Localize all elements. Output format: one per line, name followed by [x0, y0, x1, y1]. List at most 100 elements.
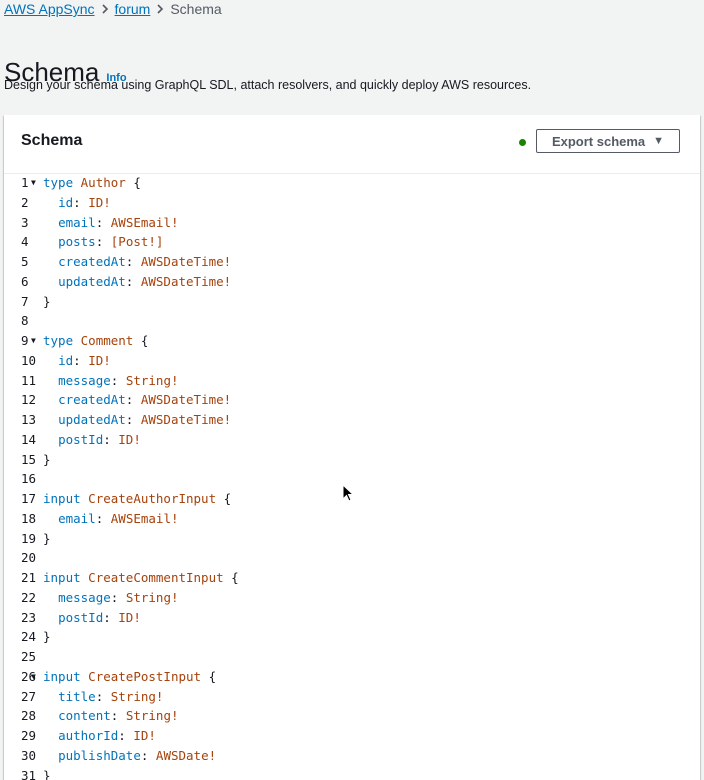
line-number: 15 — [21, 451, 37, 467]
code-token: ID! — [133, 728, 156, 743]
code-line[interactable]: 15} — [4, 450, 700, 470]
code-line[interactable]: 11 message: String! — [4, 371, 700, 391]
line-number: 14 — [21, 431, 37, 447]
code-token: } — [43, 293, 51, 309]
code-text: input CreateAuthorInput { — [43, 489, 231, 509]
code-line[interactable]: 4 posts: [Post!] — [4, 232, 700, 252]
code-line[interactable]: 23 postId: ID! — [4, 608, 700, 628]
code-line[interactable]: 31} — [4, 766, 700, 780]
line-number: 4 — [21, 234, 29, 250]
line-number: 5 — [21, 254, 29, 269]
code-line[interactable]: 5 createdAt: AWSDateTime! — [4, 252, 700, 272]
code-line[interactable]: 25 — [4, 647, 700, 667]
code-line[interactable]: 8 — [4, 311, 700, 331]
code-token: postId — [58, 431, 104, 447]
line-number: 31 — [21, 767, 37, 780]
code-line[interactable]: 3 email: AWSEmail! — [4, 213, 700, 233]
code-line[interactable]: 26 ▼ input CreatePostInput { — [4, 667, 700, 687]
code-editor[interactable]: 1 ▼ type Author {2 id: ID! 3 email: AWSEmai… — [4, 173, 700, 780]
code-text: id: ID! — [43, 193, 111, 213]
code-text: id: ID! — [43, 351, 111, 371]
code-line[interactable]: 21 input CreateCommentInput { — [4, 568, 700, 588]
code-token: AWSDateTime! — [140, 273, 232, 289]
code-line[interactable]: 7} — [4, 292, 700, 312]
code-line[interactable]: 13 updatedAt: AWSDateTime! — [4, 410, 700, 430]
code-token: { — [201, 668, 217, 684]
code-token: : — [125, 392, 141, 408]
code-line[interactable]: 18 email: AWSEmail! — [4, 509, 700, 529]
line-number: 21 — [21, 570, 37, 585]
code-token: AWSEmail! — [110, 510, 179, 526]
line-number: 6 — [21, 273, 29, 289]
code-text: postId: ID! — [43, 608, 141, 628]
code-line[interactable]: 14 postId: ID! — [4, 430, 700, 450]
code-token: : — [95, 234, 111, 250]
code-token: updatedAt — [58, 412, 126, 427]
panel-header: Schema Export schema ▼ — [4, 115, 700, 174]
code-token: : — [125, 412, 141, 427]
code-token: String! — [125, 589, 179, 605]
code-line[interactable]: 22 message: String! — [4, 588, 700, 608]
code-line[interactable]: 29 authorId: ID! — [4, 726, 700, 746]
code-line[interactable]: 27 title: String! — [4, 687, 700, 707]
code-token: String! — [125, 372, 179, 388]
code-token: authorId — [58, 728, 119, 743]
code-text: content: String! — [43, 706, 179, 726]
code-text: type Author { — [43, 173, 141, 193]
code-text: } — [43, 450, 51, 470]
code-token: input — [43, 491, 81, 506]
code-line[interactable]: 20 — [4, 548, 700, 568]
code-line[interactable]: 12 createdAt: AWSDateTime! — [4, 390, 700, 410]
code-token: CreateAuthorInput — [88, 491, 217, 506]
line-number: 13 — [21, 412, 37, 427]
fold-caret-icon[interactable]: ▼ — [31, 667, 36, 687]
code-token: AWSDate! — [155, 747, 217, 763]
code-line[interactable]: 2 id: ID! — [4, 193, 700, 213]
code-token: createdAt — [58, 254, 126, 269]
breadcrumb-forum-link[interactable]: forum — [115, 1, 151, 17]
code-token: email — [58, 510, 96, 526]
code-token: { — [216, 491, 232, 506]
code-token: createdAt — [58, 392, 126, 408]
code-token: AWSDateTime! — [140, 412, 232, 427]
line-number: 3 — [21, 214, 29, 230]
code-token: : — [103, 431, 119, 447]
code-line[interactable]: 6 updatedAt: AWSDateTime! — [4, 272, 700, 292]
code-text: } — [43, 627, 51, 647]
code-line[interactable]: 9 ▼ type Comment { — [4, 331, 700, 351]
breadcrumb-appsync-link[interactable]: AWS AppSync — [4, 1, 95, 17]
code-token: String! — [125, 708, 179, 724]
code-token: AWSDateTime! — [140, 392, 232, 408]
code-token: CreateCommentInput — [88, 570, 224, 585]
code-token: } — [43, 530, 51, 546]
code-token: : — [73, 352, 89, 368]
fold-caret-icon[interactable]: ▼ — [31, 173, 36, 193]
line-number: 7 — [21, 293, 29, 309]
code-line[interactable]: 19} — [4, 529, 700, 549]
code-token: id — [58, 194, 74, 210]
code-text: message: String! — [43, 588, 179, 608]
code-text: message: String! — [43, 371, 179, 391]
code-token: : — [125, 254, 141, 269]
export-schema-button[interactable]: Export schema ▼ — [536, 129, 680, 153]
code-line[interactable]: 28 content: String! — [4, 706, 700, 726]
line-number: 8 — [21, 313, 29, 329]
line-number: 28 — [21, 708, 37, 724]
code-token: } — [43, 451, 51, 467]
code-line[interactable]: 1 ▼ type Author { — [4, 173, 700, 193]
code-line[interactable]: 10 id: ID! — [4, 351, 700, 371]
code-token: } — [43, 629, 51, 645]
code-text: input CreatePostInput { — [43, 667, 216, 687]
fold-caret-icon[interactable]: ▼ — [31, 331, 36, 351]
line-number: 12 — [21, 392, 37, 408]
code-text: title: String! — [43, 687, 163, 707]
code-line[interactable]: 30 publishDate: AWSDate! — [4, 746, 700, 766]
code-line[interactable]: 24} — [4, 627, 700, 647]
